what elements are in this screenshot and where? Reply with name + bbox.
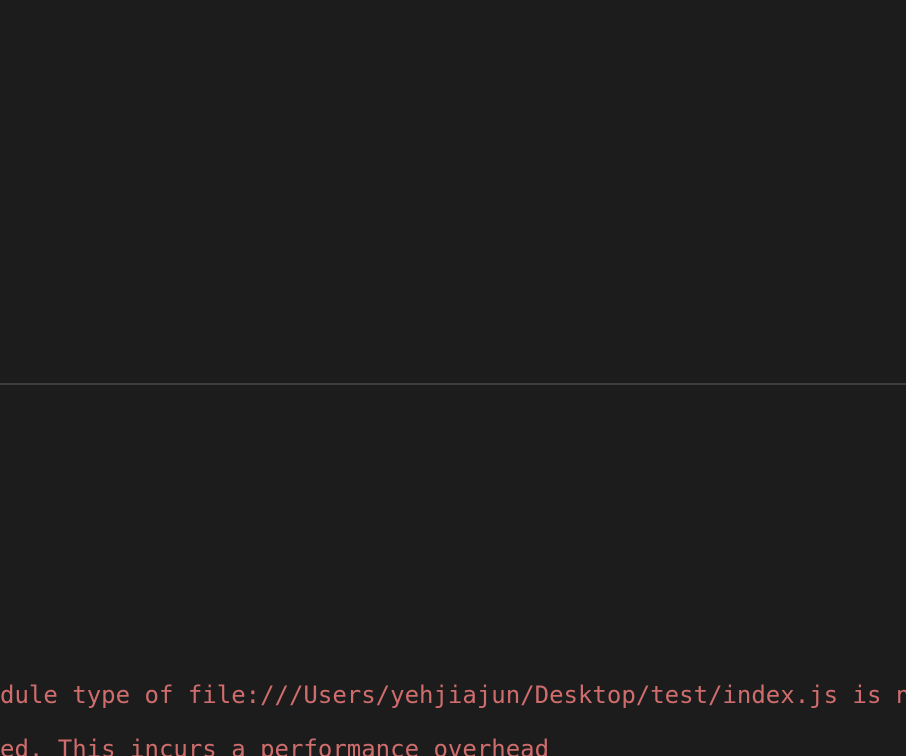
terminal-pane[interactable]: dule type of file:///Users/yehjiajun/Des… xyxy=(0,385,906,756)
terminal-warning-line-2: ed. This incurs a performance overhead xyxy=(0,737,549,756)
terminal-warning-line-1: dule type of file:///Users/yehjiajun/Des… xyxy=(0,683,906,707)
terminal-window: dule type of file:///Users/yehjiajun/Des… xyxy=(0,0,906,756)
upper-pane[interactable] xyxy=(0,0,906,383)
